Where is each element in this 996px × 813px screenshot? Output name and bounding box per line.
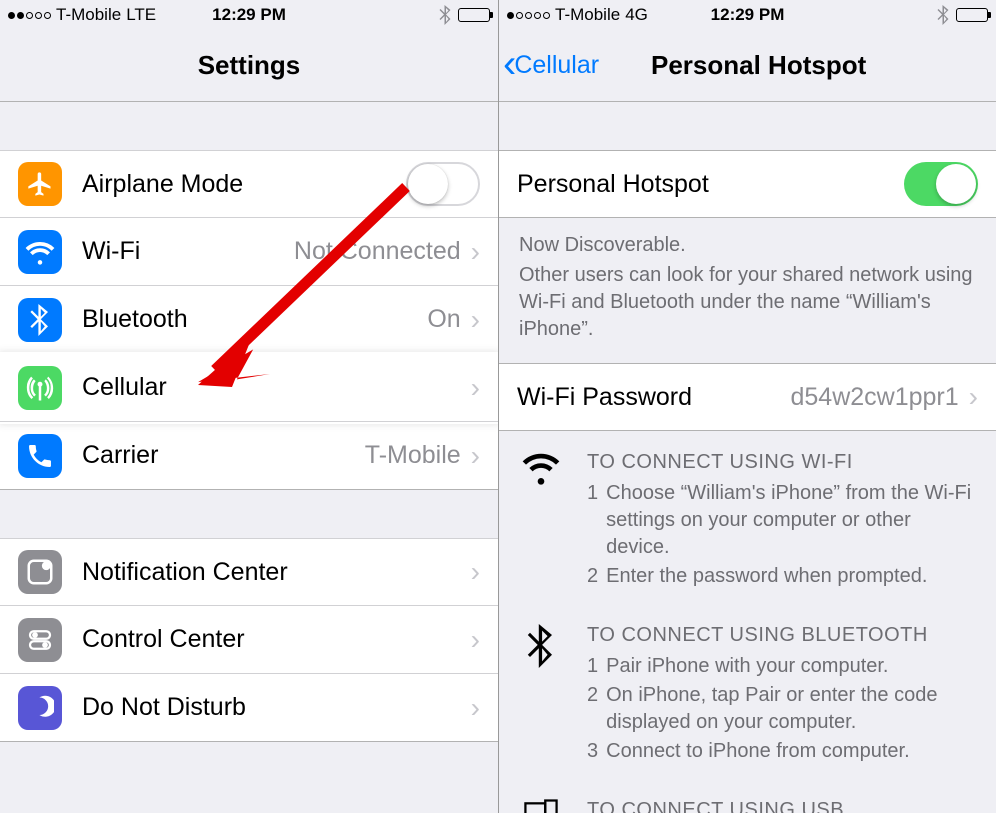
chevron-right-icon: ›: [969, 381, 978, 413]
row-value: On: [427, 305, 460, 334]
signal-dots: [507, 12, 550, 19]
row-label: Airplane Mode: [82, 170, 406, 199]
hotspot-screen: T-Mobile 4G 12:29 PM ‹ Cellular Personal…: [498, 0, 996, 813]
row-carrier[interactable]: Carrier T-Mobile ›: [0, 422, 498, 490]
cellular-icon: [18, 366, 62, 410]
row-label: Wi-Fi Password: [517, 383, 791, 412]
chevron-right-icon: ›: [471, 556, 480, 588]
row-wifi[interactable]: Wi-Fi Not Connected ›: [0, 218, 498, 286]
row-cellular[interactable]: Cellular ›: [0, 354, 498, 422]
chevron-right-icon: ›: [471, 624, 480, 656]
instructions-usb: TO CONNECT USING USB: [499, 779, 996, 813]
row-value: T-Mobile: [365, 441, 461, 470]
row-label: Control Center: [82, 625, 471, 654]
row-label: Cellular: [82, 373, 471, 402]
battery-icon: [956, 8, 988, 22]
bluetooth-status-icon: [439, 5, 452, 25]
instruction-title: TO CONNECT USING WI-FI: [587, 449, 976, 476]
row-personal-hotspot[interactable]: Personal Hotspot: [499, 150, 996, 218]
instruction-title: TO CONNECT USING USB: [587, 797, 976, 813]
chevron-right-icon: ›: [471, 692, 480, 724]
row-airplane-mode[interactable]: Airplane Mode: [0, 150, 498, 218]
clock: 12:29 PM: [711, 5, 785, 25]
network-label: 4G: [625, 5, 648, 25]
chevron-right-icon: ›: [471, 440, 480, 472]
chevron-right-icon: ›: [471, 372, 480, 404]
discoverable-text: Now Discoverable. Other users can look f…: [499, 218, 996, 363]
instructions-bluetooth: TO CONNECT USING BLUETOOTH 1Pair iPhone …: [499, 604, 996, 779]
back-label: Cellular: [514, 51, 599, 80]
row-value: Not Connected: [294, 237, 461, 266]
moon-icon: [18, 686, 62, 730]
chevron-right-icon: ›: [471, 236, 480, 268]
row-bluetooth[interactable]: Bluetooth On ›: [0, 286, 498, 354]
row-label: Bluetooth: [82, 305, 427, 334]
row-do-not-disturb[interactable]: Do Not Disturb ›: [0, 674, 498, 742]
usb-icon: [519, 797, 563, 813]
notification-center-icon: [18, 550, 62, 594]
control-center-icon: [18, 618, 62, 662]
clock: 12:29 PM: [212, 5, 286, 25]
wifi-password-value: d54w2cw1ppr1: [791, 383, 959, 412]
instructions-wifi: TO CONNECT USING WI-FI 1Choose “William'…: [499, 431, 996, 604]
bluetooth-icon: [18, 298, 62, 342]
nav-header: ‹ Cellular Personal Hotspot: [499, 30, 996, 102]
row-notification-center[interactable]: Notification Center ›: [0, 538, 498, 606]
carrier-label: T-Mobile: [56, 5, 121, 25]
network-label: LTE: [126, 5, 156, 25]
bluetooth-icon: [519, 622, 563, 767]
row-label: Notification Center: [82, 558, 471, 587]
nav-header: Settings: [0, 30, 498, 102]
row-wifi-password[interactable]: Wi-Fi Password d54w2cw1ppr1 ›: [499, 363, 996, 431]
status-bar: T-Mobile 4G 12:29 PM: [499, 0, 996, 30]
back-button[interactable]: ‹ Cellular: [503, 48, 599, 84]
row-label: Personal Hotspot: [517, 170, 904, 199]
status-bar: T-Mobile LTE 12:29 PM: [0, 0, 498, 30]
signal-dots: [8, 12, 51, 19]
airplane-toggle[interactable]: [406, 162, 480, 206]
row-label: Carrier: [82, 441, 365, 470]
page-title: Settings: [198, 50, 301, 81]
battery-icon: [458, 8, 490, 22]
instruction-title: TO CONNECT USING BLUETOOTH: [587, 622, 976, 649]
carrier-label: T-Mobile: [555, 5, 620, 25]
phone-icon: [18, 434, 62, 478]
page-title: Personal Hotspot: [651, 50, 866, 81]
airplane-icon: [18, 162, 62, 206]
row-label: Wi-Fi: [82, 237, 294, 266]
settings-screen: T-Mobile LTE 12:29 PM Settings Airplane …: [0, 0, 498, 813]
wifi-icon: [519, 449, 563, 592]
personal-hotspot-toggle[interactable]: [904, 162, 978, 206]
row-label: Do Not Disturb: [82, 693, 471, 722]
row-control-center[interactable]: Control Center ›: [0, 606, 498, 674]
wifi-icon: [18, 230, 62, 274]
bluetooth-status-icon: [937, 5, 950, 25]
chevron-right-icon: ›: [471, 304, 480, 336]
